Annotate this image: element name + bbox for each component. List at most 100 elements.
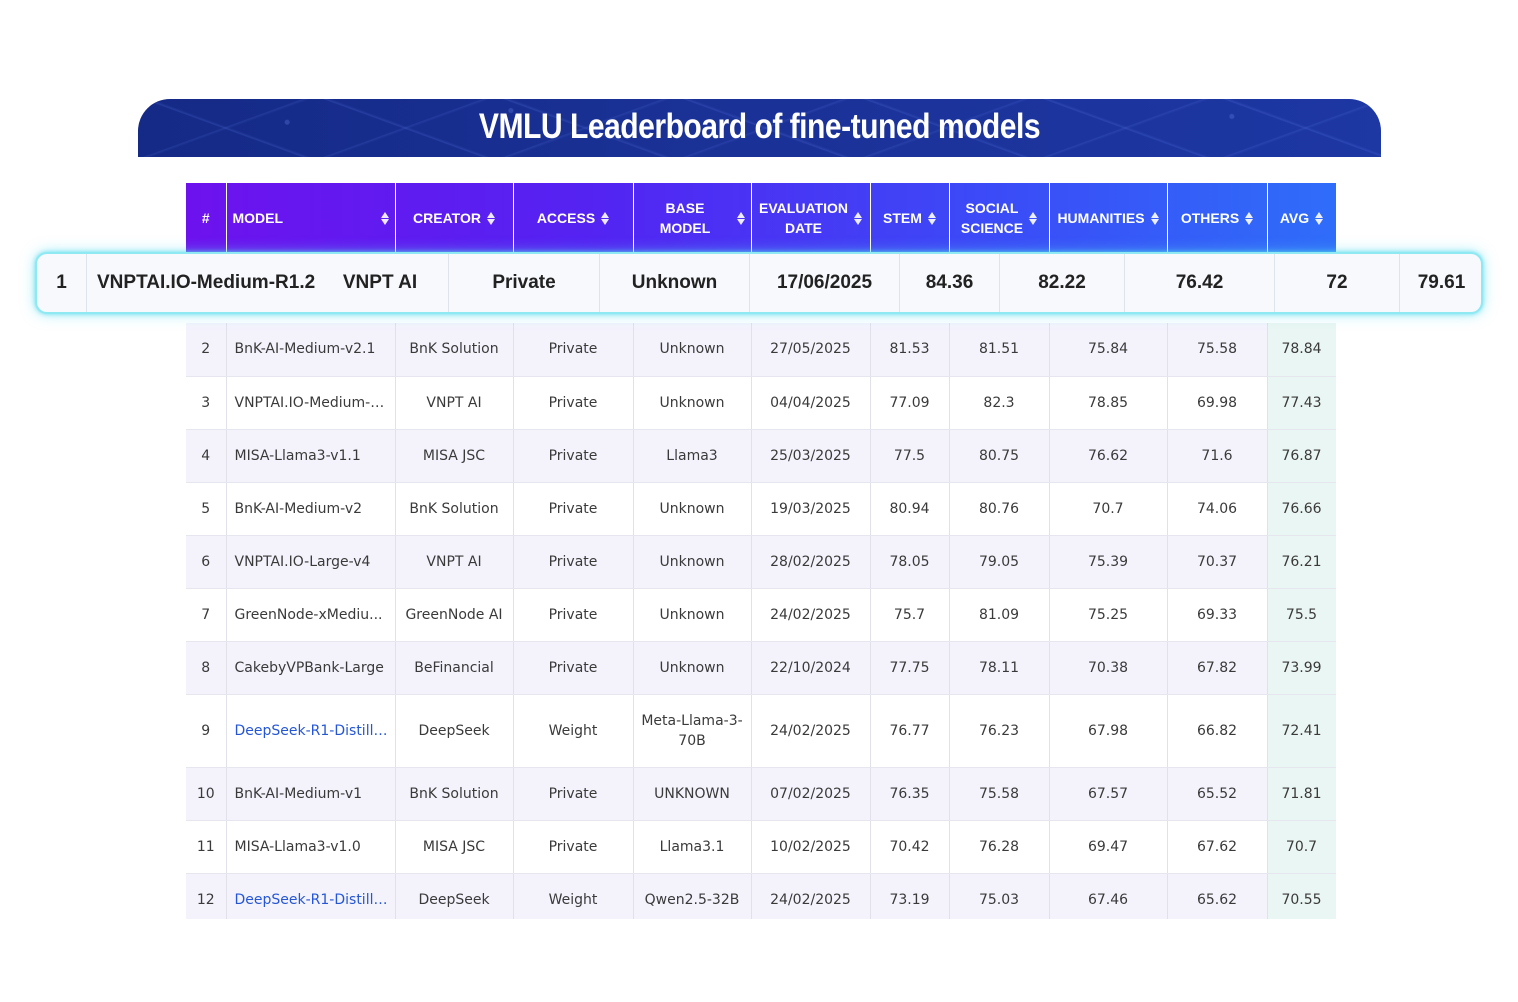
cell-rank: 6	[186, 535, 227, 589]
table-row[interactable]: 9 DeepSeek-R1-Distill-... DeepSeek Weight Me…	[186, 694, 1336, 768]
sort-icon[interactable]	[380, 211, 389, 225]
header-others[interactable]: OTHERS	[1167, 183, 1268, 253]
cell-creator: DeepSeek	[395, 873, 514, 919]
table-row[interactable]: 6 VNPTAI.IO-Large-v4 VNPT AI Private Unknown…	[186, 535, 1336, 589]
cell-avg: 77.43	[1267, 376, 1336, 430]
table-row[interactable]: 7 GreenNode-xMediu... GreenNode AI Private U…	[186, 588, 1336, 642]
cell-creator: MISA JSC	[395, 820, 514, 874]
cell-others: 66.82	[1167, 694, 1268, 768]
header-avg[interactable]: AVG	[1267, 183, 1336, 253]
cell-social-science: 80.76	[949, 482, 1050, 536]
cell-others: 65.52	[1167, 767, 1268, 821]
cell-social-science: 75.58	[949, 767, 1050, 821]
table-row[interactable]: 4 MISA-Llama3-v1.1 MISA JSC Private Llama3 25…	[186, 429, 1336, 483]
cell-model: GreenNode-xMediu...	[226, 588, 396, 642]
cell-model: BnK-AI-Medium-v2.1	[226, 323, 396, 377]
cell-creator: MISA JSC	[395, 429, 514, 483]
sort-icon[interactable]	[853, 211, 862, 225]
cell-evaluation-date: 07/02/2025	[751, 767, 871, 821]
cell-stem: 80.94	[870, 482, 950, 536]
cell-evaluation-date: 25/03/2025	[751, 429, 871, 483]
cell-model: BnK-AI-Medium-v1	[226, 767, 396, 821]
highlight-others: 72	[1275, 254, 1400, 312]
cell-social-science: 80.75	[949, 429, 1050, 483]
cell-stem: 77.75	[870, 641, 950, 695]
table-row[interactable]: 12 DeepSeek-R1-Distill-... DeepSeek Weight Q…	[186, 873, 1336, 919]
table-row[interactable]: 10 BnK-AI-Medium-v1 BnK Solution Private UNK…	[186, 767, 1336, 821]
cell-rank: 7	[186, 588, 227, 642]
sort-icon[interactable]	[601, 211, 610, 225]
highlight-access: Private	[449, 254, 600, 312]
table-header-row: # MODEL CREATOR ACCESS BASE MODEL EVALUA…	[186, 183, 1336, 253]
cell-base-model: Qwen2.5-32B	[633, 873, 752, 919]
cell-rank: 4	[186, 429, 227, 483]
header-humanities[interactable]: HUMANITIES	[1049, 183, 1168, 253]
cell-evaluation-date: 04/04/2025	[751, 376, 871, 430]
sort-icon[interactable]	[1315, 211, 1324, 225]
table-row[interactable]: 8 CakebyVPBank-Large BeFinancial Private Unk…	[186, 641, 1336, 695]
cell-stem: 76.77	[870, 694, 950, 768]
cell-base-model: Unknown	[633, 376, 752, 430]
header-creator[interactable]: CREATOR	[395, 183, 514, 253]
cell-rank: 9	[186, 694, 227, 768]
cell-creator: BnK Solution	[395, 323, 514, 377]
highlight-social-science: 82.22	[1000, 254, 1125, 312]
highlighted-top-row[interactable]: 1 VNPTAI.IO-Medium-R1.2 VNPT AI Private …	[35, 252, 1483, 314]
cell-access: Private	[513, 820, 634, 874]
cell-humanities: 76.62	[1049, 429, 1168, 483]
sort-icon[interactable]	[1029, 211, 1038, 225]
header-evaluation-date[interactable]: EVALUATION DATE	[751, 183, 871, 253]
header-stem[interactable]: STEM	[870, 183, 950, 253]
cell-rank: 10	[186, 767, 227, 821]
cell-base-model: Unknown	[633, 588, 752, 642]
cell-creator: BnK Solution	[395, 482, 514, 536]
cell-access: Weight	[513, 873, 634, 919]
highlight-creator: VNPT AI	[312, 254, 449, 312]
header-access[interactable]: ACCESS	[513, 183, 634, 253]
cell-others: 69.33	[1167, 588, 1268, 642]
cell-social-science: 81.09	[949, 588, 1050, 642]
cell-social-science: 75.03	[949, 873, 1050, 919]
cell-avg: 73.99	[1267, 641, 1336, 695]
cell-model: CakebyVPBank-Large	[226, 641, 396, 695]
cell-model: VNPTAI.IO-Medium-R1	[226, 376, 396, 430]
cell-access: Private	[513, 482, 634, 536]
cell-social-science: 81.51	[949, 323, 1050, 377]
header-base-model[interactable]: BASE MODEL	[633, 183, 752, 253]
cell-model[interactable]: DeepSeek-R1-Distill-...	[226, 873, 396, 919]
cell-avg: 70.7	[1267, 820, 1336, 874]
header-social-science[interactable]: SOCIAL SCIENCE	[949, 183, 1050, 253]
table-row[interactable]: 11 MISA-Llama3-v1.0 MISA JSC Private Llama3.…	[186, 820, 1336, 874]
cell-base-model: Unknown	[633, 323, 752, 377]
sort-icon[interactable]	[1150, 211, 1159, 225]
cell-avg: 76.87	[1267, 429, 1336, 483]
cell-model[interactable]: DeepSeek-R1-Distill-...	[226, 694, 396, 768]
cell-humanities: 70.7	[1049, 482, 1168, 536]
header-model[interactable]: MODEL	[226, 183, 396, 253]
cell-humanities: 67.98	[1049, 694, 1168, 768]
table-body: 2 BnK-AI-Medium-v2.1 BnK Solution Private Un…	[186, 323, 1336, 919]
cell-humanities: 75.39	[1049, 535, 1168, 589]
cell-rank: 5	[186, 482, 227, 536]
cell-social-science: 82.3	[949, 376, 1050, 430]
cell-social-science: 78.11	[949, 641, 1050, 695]
cell-others: 69.98	[1167, 376, 1268, 430]
table-row[interactable]: 5 BnK-AI-Medium-v2 BnK Solution Private Unkn…	[186, 482, 1336, 536]
table-row[interactable]: 3 VNPTAI.IO-Medium-R1 VNPT AI Private Unknow…	[186, 376, 1336, 430]
sort-icon[interactable]	[1245, 211, 1254, 225]
cell-evaluation-date: 22/10/2024	[751, 641, 871, 695]
sort-icon[interactable]	[486, 211, 495, 225]
sort-icon[interactable]	[927, 211, 936, 225]
cell-stem: 78.05	[870, 535, 950, 589]
highlight-model[interactable]: VNPTAI.IO-Medium-R1.2	[87, 254, 337, 312]
cell-rank: 2	[186, 323, 227, 377]
cell-access: Private	[513, 767, 634, 821]
header-rank: #	[186, 183, 227, 253]
cell-base-model: Unknown	[633, 482, 752, 536]
cell-others: 74.06	[1167, 482, 1268, 536]
cell-others: 67.82	[1167, 641, 1268, 695]
cell-model: MISA-Llama3-v1.0	[226, 820, 396, 874]
sort-icon[interactable]	[736, 211, 745, 225]
cell-avg: 75.5	[1267, 588, 1336, 642]
table-row[interactable]: 2 BnK-AI-Medium-v2.1 BnK Solution Private Un…	[186, 323, 1336, 377]
